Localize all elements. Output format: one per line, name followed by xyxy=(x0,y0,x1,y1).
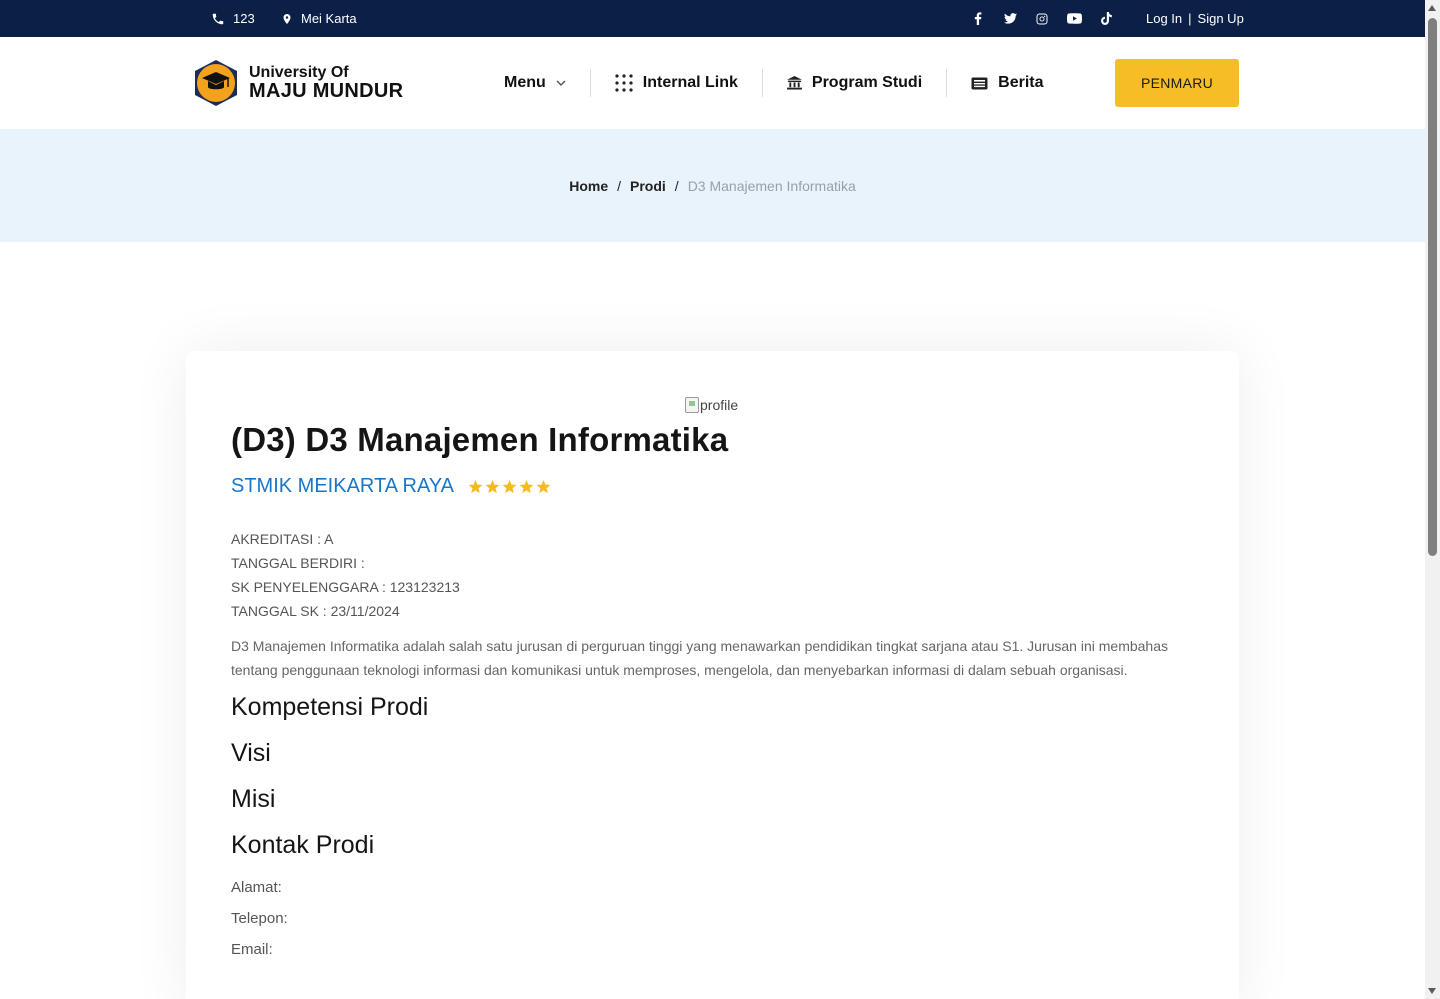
profile-image-alt: profile xyxy=(700,397,739,413)
star-icon xyxy=(519,479,534,493)
contact-alamat: Alamat: xyxy=(231,879,282,896)
breadcrumb: Home / Prodi / D3 Manajemen Informatika xyxy=(0,129,1425,242)
tiktok-icon[interactable] xyxy=(1090,12,1122,25)
nav-program-studi[interactable]: Program Studi xyxy=(763,69,946,97)
scroll-down-arrow-icon[interactable] xyxy=(1428,988,1436,994)
phone-icon xyxy=(212,13,224,24)
penmaru-button[interactable]: PENMARU xyxy=(1115,59,1239,107)
breadcrumb-current: D3 Manajemen Informatika xyxy=(687,177,856,194)
prodi-card: profile (D3) D3 Manajemen Informatika ST… xyxy=(186,351,1239,999)
location-text: Mei Karta xyxy=(301,11,357,26)
star-icon xyxy=(485,479,500,493)
instagram-icon[interactable] xyxy=(1026,13,1058,25)
breadcrumb-prodi[interactable]: Prodi xyxy=(630,178,666,194)
site-logo[interactable]: University Of MAJU MUNDUR xyxy=(193,59,403,107)
university-crest-icon xyxy=(195,60,237,106)
breadcrumb-separator: / xyxy=(617,177,622,194)
star-icon xyxy=(502,479,517,493)
kontak-heading: Kontak Prodi xyxy=(231,831,375,859)
prodi-description: D3 Manajemen Informatika adalah salah sa… xyxy=(231,638,1169,678)
tanggal-sk: TANGGAL SK : 23/11/2024 xyxy=(231,603,400,619)
nav-internal-link-label: Internal Link xyxy=(642,74,738,91)
rating-stars xyxy=(468,479,551,494)
top-bar: 123 Mei Karta Log In | Sign Up xyxy=(0,0,1425,37)
breadcrumb-separator: / xyxy=(674,177,679,194)
phone-contact[interactable]: 123 xyxy=(211,0,255,37)
contact-telepon: Telepon: xyxy=(231,910,288,927)
prodi-meta: AKREDITASI : A TANGGAL BERDIRI : SK PENY… xyxy=(231,527,460,623)
institution-row: STMIK MEIKARTA RAYA xyxy=(231,475,551,498)
nav-program-studi-label: Program Studi xyxy=(811,74,923,91)
breadcrumb-home[interactable]: Home xyxy=(569,178,608,194)
logo-line-2: MAJU MUNDUR xyxy=(249,80,404,102)
profile-image: profile xyxy=(685,397,738,413)
map-pin-icon xyxy=(283,13,291,24)
akreditasi: AKREDITASI : A xyxy=(231,531,334,547)
auth-divider: | xyxy=(1188,11,1192,26)
phone-number: 123 xyxy=(233,11,255,26)
login-link[interactable]: Log In xyxy=(1146,11,1182,26)
nav-menu-label: Menu xyxy=(504,74,546,91)
newspaper-icon xyxy=(971,77,988,89)
star-icon xyxy=(536,479,551,493)
star-icon xyxy=(468,479,483,493)
sk-penyelenggara: SK PENYELENGGARA : 123123213 xyxy=(231,579,460,595)
scroll-up-arrow-icon[interactable] xyxy=(1428,5,1436,11)
primary-nav: Menu Internal Link Program Studi Berita xyxy=(490,37,1068,129)
kompetensi-heading: Kompetensi Prodi xyxy=(231,693,429,721)
auth-links: Log In | Sign Up xyxy=(1146,0,1244,37)
twitter-icon[interactable] xyxy=(994,13,1026,24)
visi-heading: Visi xyxy=(231,739,271,767)
nav-berita-label: Berita xyxy=(998,74,1044,91)
scrollbar-thumb[interactable] xyxy=(1428,18,1437,556)
main-header: University Of MAJU MUNDUR Menu Internal … xyxy=(0,37,1425,129)
nav-internal-link[interactable]: Internal Link xyxy=(591,69,762,97)
page-title: (D3) D3 Manajemen Informatika xyxy=(231,421,729,458)
misi-heading: Misi xyxy=(231,785,276,813)
contact-email: Email: xyxy=(231,941,273,958)
bank-icon xyxy=(786,76,802,90)
nav-menu[interactable]: Menu xyxy=(490,69,590,97)
page-scrollbar[interactable] xyxy=(1425,0,1440,999)
grid-dots-icon xyxy=(615,74,633,92)
institution-name[interactable]: STMIK MEIKARTA RAYA xyxy=(231,475,454,498)
youtube-icon[interactable] xyxy=(1058,13,1090,24)
location-contact[interactable]: Mei Karta xyxy=(281,0,357,37)
chevron-down-icon xyxy=(556,80,566,86)
tanggal-berdiri: TANGGAL BERDIRI : xyxy=(231,555,365,571)
logo-line-1: University Of xyxy=(249,64,349,81)
broken-image-icon xyxy=(685,397,699,413)
facebook-icon[interactable] xyxy=(962,12,994,25)
social-links xyxy=(962,0,1122,37)
nav-berita[interactable]: Berita xyxy=(947,69,1067,97)
signup-link[interactable]: Sign Up xyxy=(1198,11,1244,26)
